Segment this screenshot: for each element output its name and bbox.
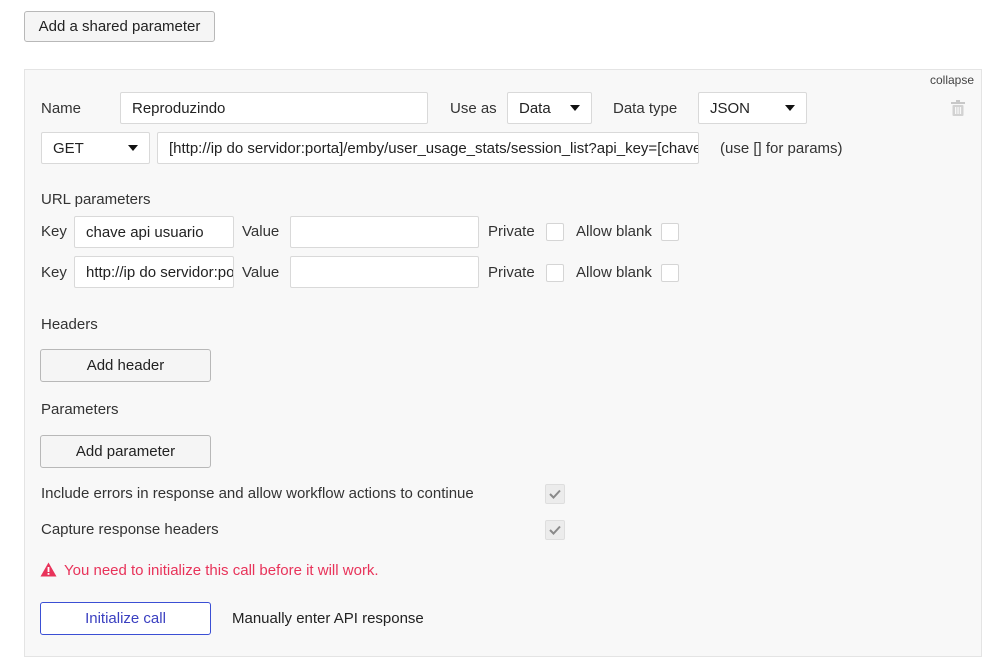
headers-title: Headers <box>41 316 98 333</box>
private-label: Private <box>488 223 535 240</box>
method-dropdown[interactable]: GET <box>41 132 150 164</box>
url-parameters-title: URL parameters <box>41 191 151 208</box>
warning-text: You need to initialize this call before … <box>64 562 379 579</box>
add-parameter-button[interactable]: Add parameter <box>40 435 211 468</box>
chevron-down-icon <box>128 145 138 151</box>
use-as-label: Use as <box>450 100 497 117</box>
param-value-input[interactable] <box>290 216 479 248</box>
url-hint: (use [] for params) <box>720 140 843 157</box>
chevron-down-icon <box>785 105 795 111</box>
param-key-input[interactable]: http://ip do servidor:porta <box>74 256 234 288</box>
param-key-input[interactable]: chave api usuario <box>74 216 234 248</box>
collapse-link[interactable]: collapse <box>930 73 974 87</box>
private-checkbox[interactable] <box>546 223 564 241</box>
name-label: Name <box>41 100 82 117</box>
param-value-input[interactable] <box>290 256 479 288</box>
chevron-down-icon <box>570 105 580 111</box>
manually-enter-response-link[interactable]: Manually enter API response <box>232 610 424 627</box>
name-input[interactable]: Reproduzindo <box>120 92 428 124</box>
param-value-label: Value <box>242 264 280 281</box>
data-type-dropdown[interactable]: JSON <box>698 92 807 124</box>
param-key-label: Key <box>41 223 67 240</box>
allow-blank-checkbox[interactable] <box>661 264 679 282</box>
trash-icon[interactable] <box>951 100 965 116</box>
data-type-value: JSON <box>710 99 751 117</box>
include-errors-label: Include errors in response and allow wor… <box>41 485 474 502</box>
private-label: Private <box>488 264 535 281</box>
checkmark-icon <box>549 489 561 499</box>
data-type-label: Data type <box>613 100 678 117</box>
add-header-button[interactable]: Add header <box>40 349 211 382</box>
initialize-call-button[interactable]: Initialize call <box>40 602 211 635</box>
parameters-title: Parameters <box>41 401 119 418</box>
capture-headers-checkbox[interactable] <box>545 520 565 540</box>
add-shared-parameter-button[interactable]: Add a shared parameter <box>24 11 215 42</box>
capture-headers-label: Capture response headers <box>41 521 219 538</box>
allow-blank-label: Allow blank <box>576 264 652 281</box>
use-as-dropdown[interactable]: Data <box>507 92 592 124</box>
url-input[interactable]: [http://ip do servidor:porta]/emby/user_… <box>157 132 699 164</box>
param-key-label: Key <box>41 264 67 281</box>
allow-blank-label: Allow blank <box>576 223 652 240</box>
allow-blank-checkbox[interactable] <box>661 223 679 241</box>
include-errors-checkbox[interactable] <box>545 484 565 504</box>
private-checkbox[interactable] <box>546 264 564 282</box>
warning-icon <box>40 562 57 577</box>
param-value-label: Value <box>242 223 280 240</box>
use-as-value: Data <box>519 99 551 117</box>
checkmark-icon <box>549 525 561 535</box>
method-value: GET <box>53 139 84 157</box>
